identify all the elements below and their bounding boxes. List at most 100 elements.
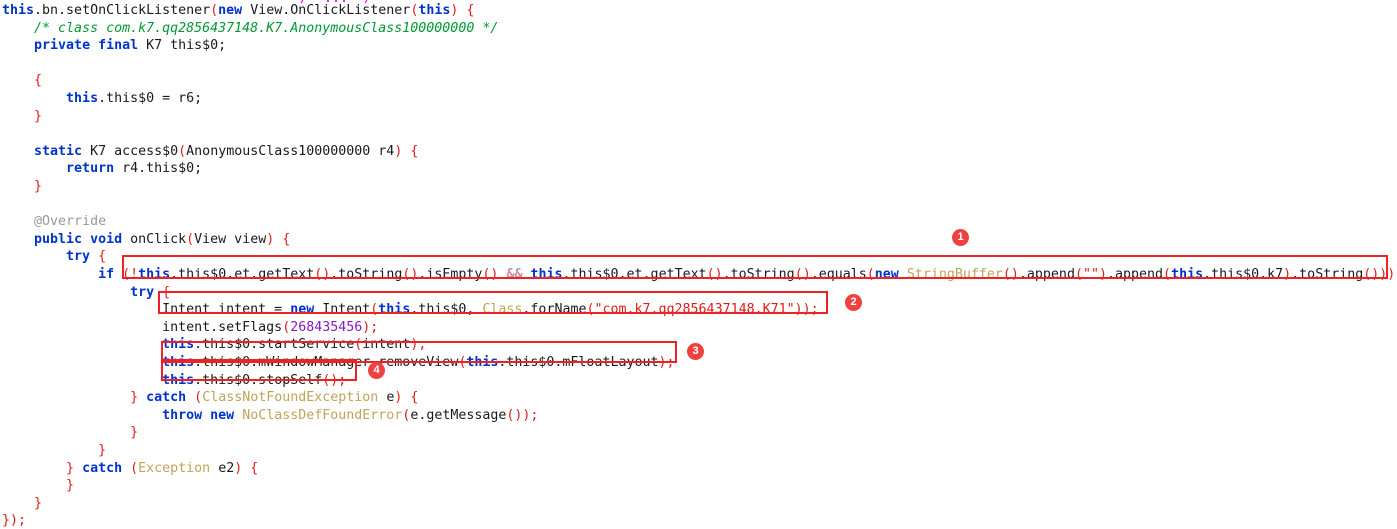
code-token-plain: .this$0.mWindowManager.removeView (194, 355, 458, 370)
code-viewer[interactable]: /* ... */ this.bn.setOnClickListener(new… (0, 0, 1397, 527)
code-token-kw: new (290, 302, 314, 317)
code-token-plain: intent.setFlags (2, 320, 282, 335)
code-line[interactable]: this.this$0.mWindowManager.removeView(th… (2, 354, 675, 371)
code-token-punct: { (410, 144, 418, 159)
code-token-plain (2, 425, 130, 440)
code-token-num: 268435456 (290, 320, 362, 335)
code-token-plain (2, 461, 66, 476)
code-token-plain (74, 461, 82, 476)
code-line[interactable]: if (!this.this$0.et.getText().toString()… (2, 266, 1395, 283)
code-line[interactable]: } (2, 178, 42, 195)
annotation-badge-3: 3 (687, 343, 704, 360)
code-token-kw: this (138, 267, 170, 282)
code-token-punct: ( (130, 461, 138, 476)
code-token-punct: } (130, 390, 138, 405)
code-token-plain: .bn.setOnClickListener (34, 3, 210, 18)
code-token-plain: K7 this$0; (138, 38, 226, 53)
code-token-plain (2, 478, 66, 493)
code-token-plain (2, 390, 130, 405)
code-token-kw: this (162, 373, 194, 388)
code-line[interactable]: } catch (ClassNotFoundException e) { (2, 389, 418, 406)
code-token-plain: .this$0.k7 (1203, 267, 1283, 282)
code-line[interactable]: this.bn.setOnClickListener(new View.OnCl… (2, 2, 474, 19)
code-token-punct: () (482, 267, 498, 282)
code-token-punct: () (795, 267, 811, 282)
code-token-plain (138, 390, 146, 405)
code-token-punct: ( (1163, 267, 1171, 282)
code-token-punct: ); (658, 355, 674, 370)
code-token-plain (2, 249, 66, 264)
code-token-kw: this (162, 355, 194, 370)
code-token-punct: (! (122, 267, 138, 282)
code-token-plain: View view (194, 232, 266, 247)
code-token-plain (234, 408, 242, 423)
code-token-kw: new (218, 3, 242, 18)
code-token-punct: (); (322, 373, 346, 388)
code-line[interactable]: } (2, 108, 42, 125)
code-token-punct: }); (2, 513, 26, 528)
code-line[interactable]: } (2, 442, 106, 459)
code-token-plain: .toString (1291, 267, 1363, 282)
code-line[interactable] (2, 125, 10, 142)
code-line[interactable]: private final K7 this$0; (2, 37, 226, 54)
code-token-plain: .equals (811, 267, 867, 282)
code-token-punct: ) (1283, 267, 1291, 282)
code-token-punct: { (466, 3, 474, 18)
code-line[interactable]: throw new NoClassDefFoundError(e.getMess… (2, 407, 538, 424)
code-token-kw: this (162, 337, 194, 352)
code-line[interactable]: } (2, 495, 42, 512)
code-line[interactable]: static K7 access$0(AnonymousClass1000000… (2, 143, 418, 160)
code-token-plain: .toString (723, 267, 795, 282)
code-token-comment: /* class com.k7.qq2856437148.K7.Anonymou… (34, 21, 498, 36)
code-line[interactable]: } (2, 477, 74, 494)
code-line[interactable]: @Override (2, 213, 106, 230)
code-token-punct: { (162, 285, 170, 300)
code-line[interactable]: try { (2, 284, 170, 301)
code-token-punct: } (34, 109, 42, 124)
code-token-plain: Intent (314, 302, 370, 317)
code-token-type: ClassNotFoundException (202, 390, 378, 405)
code-token-plain: Intent intent = (2, 302, 290, 317)
code-token-str: "com.k7.qq2856437148.K71" (594, 302, 794, 317)
code-token-kw: throw new (162, 408, 234, 423)
code-token-plain (2, 267, 98, 282)
code-token-plain: .this$0.et.getText (563, 267, 707, 282)
code-line[interactable]: this.this$0 = r6; (2, 90, 202, 107)
code-token-plain (154, 285, 162, 300)
code-token-punct: ); (410, 337, 426, 352)
code-token-kw: this (418, 3, 450, 18)
code-token-punct: ( (867, 267, 875, 282)
code-line[interactable]: } (2, 424, 138, 441)
code-token-punct: } (66, 461, 74, 476)
code-line[interactable] (2, 55, 10, 72)
code-line[interactable]: intent.setFlags(268435456); (2, 319, 378, 336)
code-token-plain (2, 408, 162, 423)
code-line[interactable]: Intent intent = new Intent(this.this$0, … (2, 301, 819, 318)
code-token-punct: () (314, 267, 330, 282)
code-token-plain (2, 109, 34, 124)
code-token-punct: () (402, 267, 418, 282)
code-line[interactable]: this.this$0.startService(intent); (2, 336, 426, 353)
code-line[interactable]: /* class com.k7.qq2856437148.K7.Anonymou… (2, 20, 498, 37)
code-token-plain: .this$0.stopSelf (194, 373, 322, 388)
code-token-kw: try (130, 285, 154, 300)
code-line[interactable]: public void onClick(View view) { (2, 231, 290, 248)
code-line[interactable]: { (2, 72, 42, 89)
code-token-plain (2, 232, 34, 247)
code-token-kw: this (2, 3, 34, 18)
code-token-kw: public void (34, 232, 122, 247)
code-token-type: Exception (138, 461, 210, 476)
code-token-punct: )); (795, 302, 819, 317)
code-line[interactable]: } catch (Exception e2) { (2, 460, 258, 477)
code-token-punct: } (130, 425, 138, 440)
code-line[interactable]: this.this$0.stopSelf(); (2, 372, 346, 389)
code-token-punct: } (34, 496, 42, 511)
code-line[interactable]: try { (2, 248, 106, 265)
code-token-punct: ())) (1363, 267, 1395, 282)
code-token-plain: .this$0.et.getText (170, 267, 314, 282)
code-line[interactable]: return r4.this$0; (2, 160, 202, 177)
code-token-plain (2, 91, 66, 106)
code-token-punct: { (282, 232, 290, 247)
code-token-punct: () (707, 267, 723, 282)
code-line[interactable] (2, 196, 10, 213)
